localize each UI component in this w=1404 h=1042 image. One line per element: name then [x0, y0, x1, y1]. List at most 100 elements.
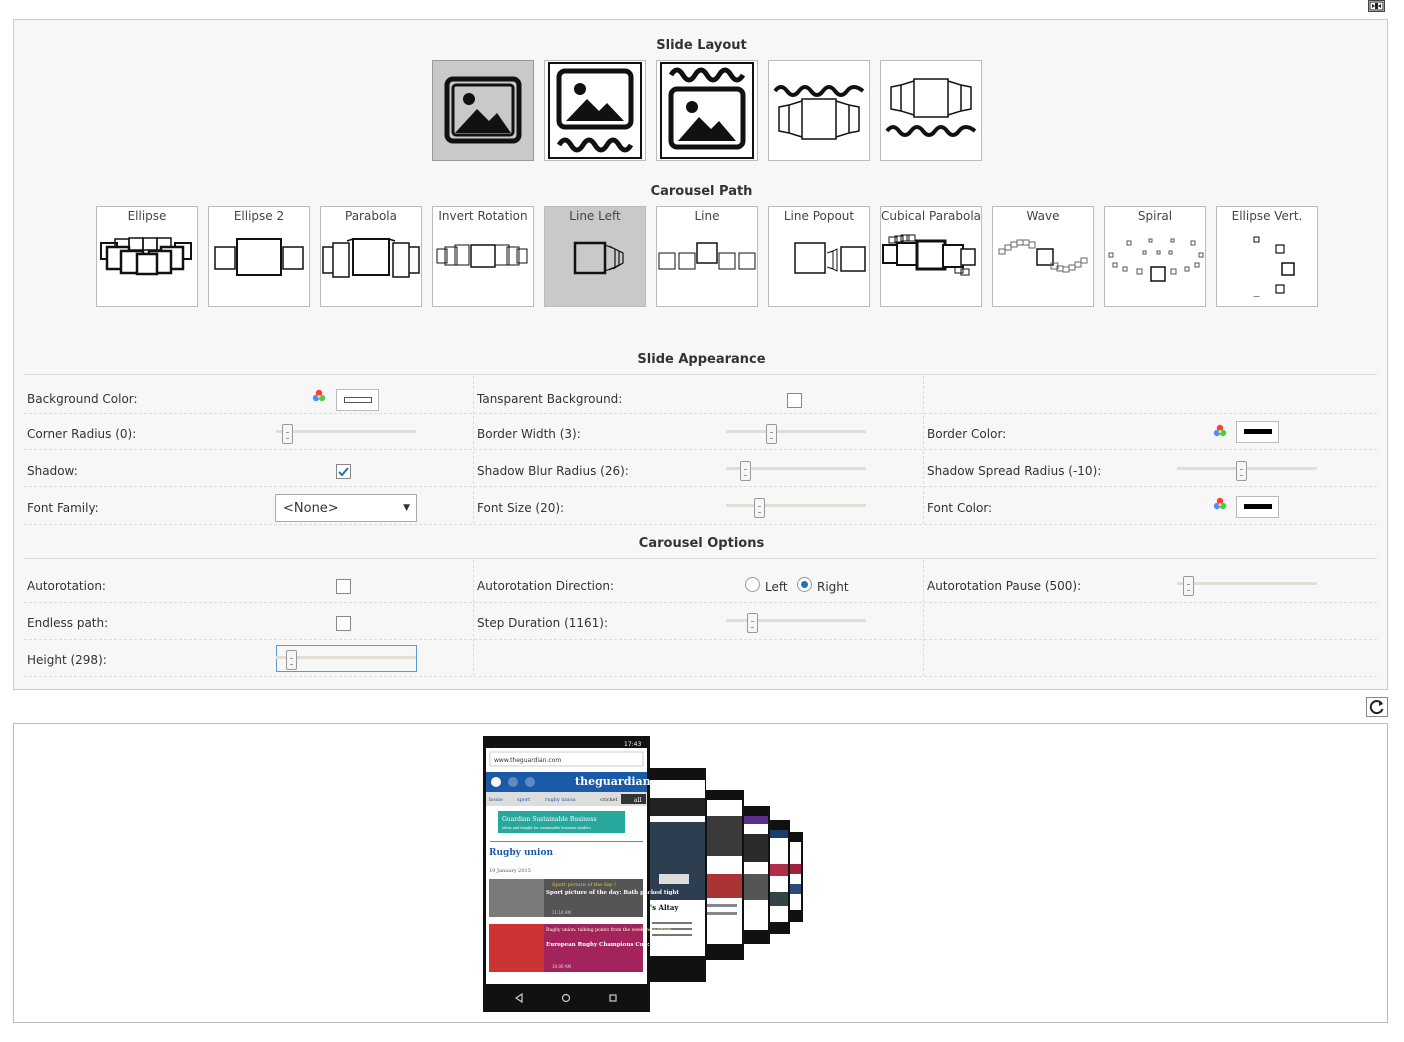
- carousel-preview: 's Altay 17:43 www.theguardian.com thegu…: [13, 723, 1388, 1023]
- preview-url: www.theguardian.com: [494, 757, 561, 764]
- font-family-select[interactable]: <None> ▼: [275, 494, 417, 522]
- crumb-extra: cricket: [600, 797, 618, 803]
- path-spiral[interactable]: Spiral: [1104, 206, 1206, 307]
- divider: [923, 560, 924, 676]
- font-size-label: Font Size (20):: [477, 501, 565, 515]
- layout-caption-above-carousel[interactable]: [768, 60, 870, 161]
- crumb-home: home: [489, 797, 503, 803]
- story2-meta: 10:00 AM: [552, 964, 572, 969]
- path-line-left[interactable]: Line Left: [544, 206, 646, 307]
- border-color-label: Border Color:: [927, 427, 1007, 441]
- color-wheel-icon[interactable]: [1213, 496, 1227, 510]
- font-family-label: Font Family:: [27, 501, 99, 515]
- divider: [24, 413, 1377, 414]
- color-wheel-icon[interactable]: [1213, 423, 1227, 437]
- preview-phones: 's Altay 17:43 www.theguardian.com thegu…: [483, 736, 803, 1012]
- font-color-swatch[interactable]: [1236, 496, 1279, 518]
- direction-left-radio[interactable]: [745, 577, 760, 592]
- divider: [24, 639, 1377, 640]
- path-label: Ellipse 2: [233, 209, 285, 223]
- autorotation-pause-slider[interactable]: [1177, 576, 1317, 596]
- path-label: Ellipse: [127, 209, 167, 223]
- path-label: Parabola: [345, 209, 397, 223]
- path-label: Line: [694, 209, 720, 223]
- phone-2: [704, 790, 744, 960]
- autorotation-label: Autorotation:: [27, 579, 106, 593]
- direction-right-label: Right: [817, 580, 849, 594]
- color-wheel-icon[interactable]: [312, 388, 326, 402]
- maximize-icon[interactable]: [1368, 0, 1385, 12]
- path-label: Ellipse Vert.: [1231, 209, 1303, 223]
- path-label: Invert Rotation: [438, 209, 528, 223]
- height-slider[interactable]: [276, 650, 416, 670]
- path-ellipse-2[interactable]: Ellipse 2: [208, 206, 310, 307]
- shadow-spread-label: Shadow Spread Radius (-10):: [927, 464, 1102, 478]
- background-color-swatch[interactable]: [336, 389, 379, 411]
- path-ellipse[interactable]: Ellipse: [96, 206, 198, 307]
- divider: [24, 558, 1377, 559]
- banner-title: Guardian Sustainable Business: [502, 816, 597, 823]
- reload-icon[interactable]: [1366, 697, 1388, 717]
- path-ellipse-vert[interactable]: Ellipse Vert.: [1216, 206, 1318, 307]
- brand-logo: theguardian: [575, 775, 651, 788]
- story1-tag: Sport picture of the day /: [552, 882, 616, 888]
- background-color-label: Background Color:: [27, 392, 138, 406]
- autorotation-pause-label: Autorotation Pause (500):: [927, 579, 1082, 593]
- corner-radius-slider[interactable]: [276, 424, 416, 444]
- shadow-label: Shadow:: [27, 464, 78, 478]
- crumb-rugby: rugby union: [545, 797, 576, 803]
- divider: [24, 676, 1377, 677]
- border-width-slider[interactable]: [726, 424, 866, 444]
- step-duration-label: Step Duration (1161):: [477, 616, 609, 630]
- shadow-blur-label: Shadow Blur Radius (26):: [477, 464, 629, 478]
- layout-image-caption-above[interactable]: [656, 60, 758, 161]
- layout-image-caption-below[interactable]: [544, 60, 646, 161]
- transparent-background-label: Tansparent Background:: [477, 392, 623, 406]
- border-width-label: Border Width (3):: [477, 427, 581, 441]
- carousel-editor: Slide Layout Carousel Path Ellipse Ellip…: [0, 0, 1404, 1042]
- path-line[interactable]: Line: [656, 206, 758, 307]
- font-size-slider[interactable]: [726, 498, 866, 518]
- divider: [473, 560, 474, 676]
- divider: [24, 449, 1377, 450]
- layout-image-only[interactable]: [432, 60, 534, 161]
- path-line-popout[interactable]: Line Popout: [768, 206, 870, 307]
- shadow-checkbox[interactable]: [336, 464, 351, 479]
- endless-path-checkbox[interactable]: [336, 616, 351, 631]
- endless-path-label: Endless path:: [27, 616, 109, 630]
- path-invert-rotation[interactable]: Invert Rotation: [432, 206, 534, 307]
- font-color-label: Font Color:: [927, 501, 993, 515]
- crumb-all: all: [634, 797, 641, 804]
- slide-layout-title: Slide Layout: [656, 38, 747, 53]
- direction-right-radio[interactable]: [797, 577, 812, 592]
- shadow-spread-slider[interactable]: [1177, 461, 1317, 481]
- carousel-path-title: Carousel Path: [650, 184, 753, 199]
- step-duration-slider[interactable]: [726, 613, 866, 633]
- layout-caption-below-carousel[interactable]: [880, 60, 982, 161]
- border-color-swatch[interactable]: [1236, 421, 1279, 443]
- path-wave[interactable]: Wave: [992, 206, 1094, 307]
- divider: [24, 524, 1377, 525]
- font-family-value: <None>: [283, 501, 339, 516]
- section-date: 19 January 2015: [489, 868, 531, 874]
- divider: [24, 374, 1377, 375]
- transparent-background-checkbox[interactable]: [787, 393, 802, 408]
- back-phone-text: 's Altay: [650, 903, 679, 912]
- divider: [24, 486, 1377, 487]
- path-label: Spiral: [1137, 209, 1173, 223]
- autorotation-checkbox[interactable]: [336, 579, 351, 594]
- direction-left-label: Left: [765, 580, 788, 594]
- story1-meta: 11:14 AM: [552, 910, 572, 915]
- phone-1: 's Altay: [646, 768, 706, 982]
- shadow-blur-slider[interactable]: [726, 461, 866, 481]
- path-label: Line Left: [569, 209, 621, 223]
- carousel-options-title: Carousel Options: [638, 536, 765, 551]
- corner-radius-label: Corner Radius (0):: [27, 427, 137, 441]
- path-cubical-parabola[interactable]: Cubical Parabola: [880, 206, 982, 307]
- divider: [923, 376, 924, 524]
- story1-title: Sport picture of the day: Bath packed ti…: [546, 890, 679, 896]
- slide-appearance-title: Slide Appearance: [637, 352, 766, 367]
- settings-panel: Slide Layout Carousel Path Ellipse Ellip…: [13, 19, 1388, 690]
- path-label: Line Popout: [783, 209, 855, 223]
- path-parabola[interactable]: Parabola: [320, 206, 422, 307]
